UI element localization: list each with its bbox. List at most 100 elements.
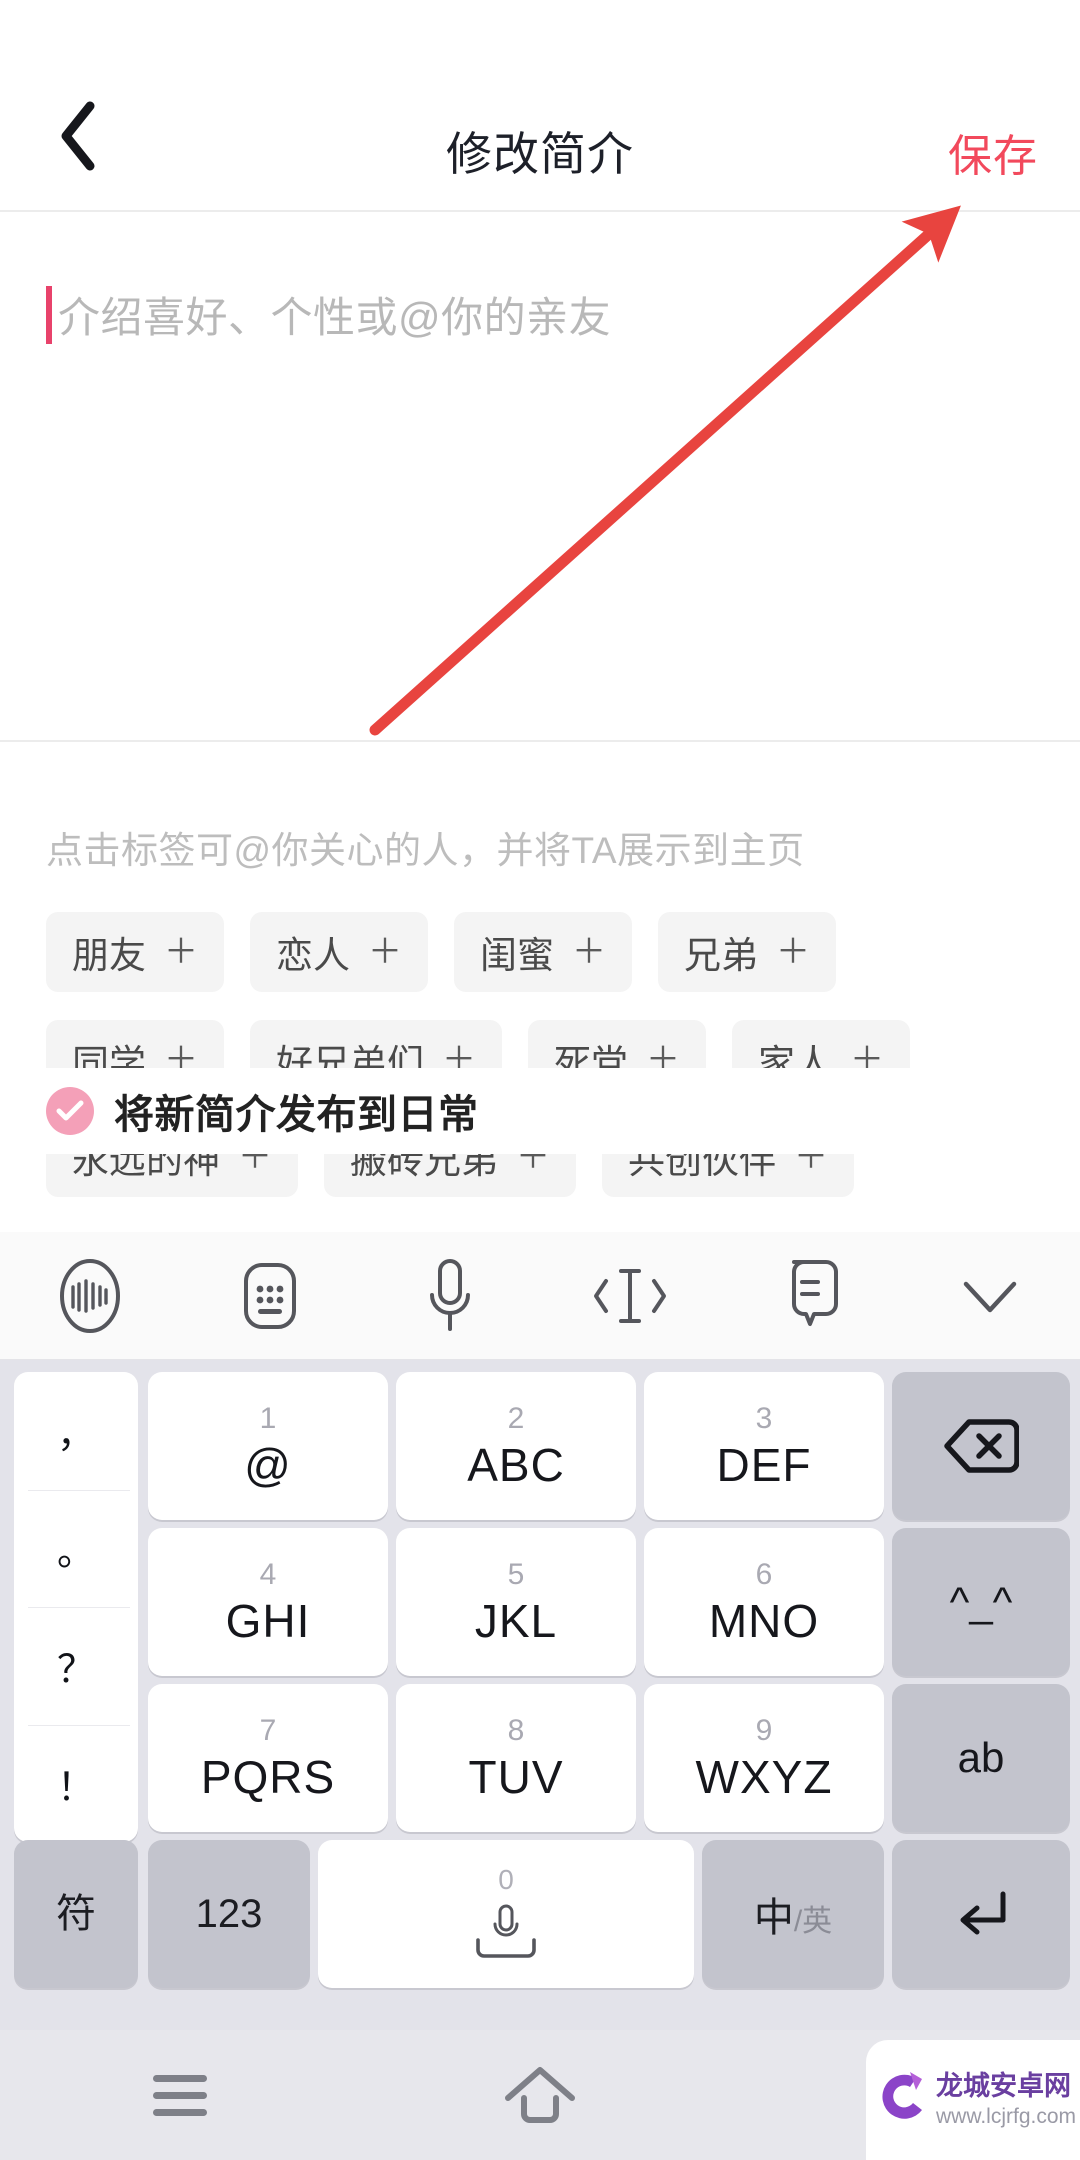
- key-language-toggle[interactable]: 中/英: [702, 1840, 884, 1988]
- site-watermark: 龙城安卓网 www.lcjrfg.com: [866, 2040, 1080, 2160]
- key-numeric[interactable]: 123: [148, 1840, 310, 1988]
- symbol-label: 符: [56, 1892, 96, 1936]
- key-number: 5: [507, 1558, 525, 1591]
- lang-label: 中/英: [754, 1885, 832, 1943]
- tag-label: 闺蜜: [480, 935, 554, 976]
- tag-chip[interactable]: 恋人 ＋: [250, 912, 428, 992]
- lang-cn: 中: [753, 1896, 794, 1940]
- key-number: 9: [755, 1714, 773, 1747]
- emoji-label: ^_^: [949, 1578, 1013, 1625]
- key-9[interactable]: 9 WXYZ: [644, 1684, 884, 1832]
- plus-icon: ＋: [776, 933, 810, 971]
- key-symbol[interactable]: 符: [14, 1840, 138, 1988]
- microphone-icon: [430, 1258, 470, 1331]
- key-number: 1: [259, 1402, 277, 1435]
- chevron-down-icon: [963, 1281, 1017, 1312]
- cursor-move-button[interactable]: [540, 1232, 720, 1359]
- key-letters: MNO: [708, 1595, 820, 1647]
- key-letters: WXYZ: [695, 1751, 833, 1803]
- plus-icon: ＋: [164, 933, 198, 971]
- key-2[interactable]: 2 ABC: [396, 1372, 636, 1520]
- keyboard-layout-icon: [244, 1262, 296, 1329]
- watermark-text: 龙城安卓网 www.lcjrfg.com: [936, 2070, 1076, 2130]
- clipboard-button[interactable]: [720, 1232, 900, 1359]
- bio-editor-section[interactable]: 介绍喜好、个性或@你的亲友: [0, 212, 1080, 742]
- cursor-move-icon: [594, 1268, 666, 1323]
- recents-icon: [153, 2075, 207, 2116]
- watermark-site-url: www.lcjrfg.com: [936, 2104, 1077, 2128]
- tag-label: 朋友: [72, 935, 146, 976]
- clipboard-icon: [792, 1259, 838, 1326]
- publish-to-daily-row[interactable]: 将新简介发布到日常: [0, 1068, 1080, 1154]
- numeric-label: 123: [195, 1892, 263, 1936]
- tag-label: 兄弟: [684, 935, 758, 976]
- key-letters: GHI: [225, 1595, 311, 1647]
- page-title: 修改简介: [446, 128, 634, 180]
- lang-en: 英: [802, 1905, 833, 1938]
- tag-label: 恋人: [276, 935, 350, 976]
- key-1[interactable]: 1 @: [148, 1372, 388, 1520]
- backspace-icon: [944, 1419, 1019, 1473]
- tag-hint-text: 点击标签可@你关心的人，并将TA展示到主页: [46, 830, 805, 871]
- key-comma[interactable]: ，: [14, 1372, 138, 1490]
- ime-toolbar: [0, 1232, 1080, 1360]
- space-zero-label: 0: [498, 1864, 514, 1895]
- save-button[interactable]: 保存: [948, 120, 1038, 184]
- key-backspace[interactable]: [892, 1372, 1070, 1520]
- key-enter[interactable]: [892, 1840, 1070, 1988]
- key-number: 6: [755, 1558, 773, 1591]
- key-letters: ABC: [467, 1439, 565, 1491]
- ime-logo-button[interactable]: [0, 1232, 180, 1359]
- bio-placeholder: 介绍喜好、个性或@你的亲友: [58, 294, 612, 341]
- key-4[interactable]: 4 GHI: [148, 1528, 388, 1676]
- key-number: 3: [755, 1402, 773, 1435]
- plus-icon: ＋: [572, 933, 606, 971]
- key-3[interactable]: 3 DEF: [644, 1372, 884, 1520]
- enter-icon: [960, 1891, 1006, 1935]
- key-number: 7: [259, 1714, 277, 1747]
- punctuation-column: ， 。 ？ ！: [14, 1372, 138, 1842]
- key-space[interactable]: 0: [318, 1840, 694, 1988]
- key-6[interactable]: 6 MNO: [644, 1528, 884, 1676]
- key-number: 2: [507, 1402, 525, 1435]
- recents-button[interactable]: [0, 2067, 360, 2123]
- watermark-logo-icon: [882, 2072, 922, 2119]
- key-ab[interactable]: ab: [892, 1684, 1070, 1832]
- lang-sep: /: [793, 1905, 803, 1938]
- tag-chip[interactable]: 朋友 ＋: [46, 912, 224, 992]
- space-mic-icon: [476, 1904, 536, 1958]
- text-caret: [46, 285, 52, 344]
- app-header: 修改简介 保存: [0, 0, 1080, 212]
- key-7[interactable]: 7 PQRS: [148, 1684, 388, 1832]
- bio-input[interactable]: 介绍喜好、个性或@你的亲友: [46, 284, 611, 345]
- key-letters: @: [244, 1439, 292, 1491]
- collapse-keyboard-button[interactable]: [900, 1232, 1080, 1359]
- publish-label: 将新简介发布到日常: [114, 1093, 479, 1137]
- t9-keyboard: ， 。 ？ ！ 1 @ 2 ABC 3 DEF 4 GHI 5 JKL 6 MN…: [0, 1360, 1080, 2030]
- keyboard-layout-button[interactable]: [180, 1232, 360, 1359]
- ime-logo-icon: [60, 1258, 120, 1333]
- key-number: 4: [259, 1558, 277, 1591]
- plus-icon: ＋: [368, 933, 402, 971]
- tag-row-1: 朋友 ＋ 恋人 ＋ 闺蜜 ＋ 兄弟 ＋: [46, 912, 836, 992]
- watermark-site-name: 龙城安卓网: [936, 2071, 1071, 2102]
- key-letters: JKL: [474, 1595, 558, 1647]
- home-icon: [505, 2067, 575, 2123]
- key-letters: PQRS: [200, 1751, 336, 1803]
- key-number: 8: [507, 1714, 525, 1747]
- ab-label: ab: [957, 1734, 1005, 1781]
- key-8[interactable]: 8 TUV: [396, 1684, 636, 1832]
- key-letters: TUV: [468, 1751, 564, 1803]
- key-exclamation[interactable]: ！: [14, 1724, 138, 1843]
- tag-chip[interactable]: 兄弟 ＋: [658, 912, 836, 992]
- key-5[interactable]: 5 JKL: [396, 1528, 636, 1676]
- key-emoji[interactable]: ^_^: [892, 1528, 1070, 1676]
- key-question[interactable]: ？: [14, 1607, 138, 1725]
- key-letters: DEF: [716, 1439, 812, 1491]
- home-button[interactable]: [360, 2064, 720, 2126]
- check-icon: [56, 1100, 84, 1121]
- publish-checkbox[interactable]: [46, 1087, 94, 1135]
- key-period[interactable]: 。: [14, 1489, 138, 1608]
- tag-chip[interactable]: 闺蜜 ＋: [454, 912, 632, 992]
- voice-input-button[interactable]: [360, 1232, 540, 1359]
